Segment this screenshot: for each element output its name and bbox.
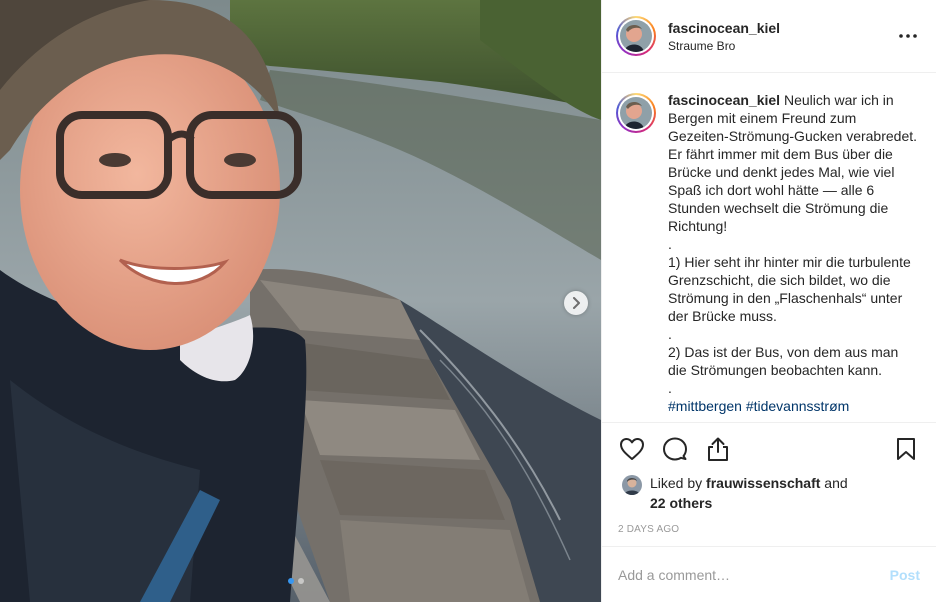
comment-bar: Post <box>602 546 936 602</box>
selfie-photo <box>0 0 601 602</box>
caption-text: Neulich war ich in Bergen mit einem Freu… <box>668 92 918 396</box>
share-button[interactable] <box>704 435 732 463</box>
comments-section: fascinocean_kiel Neulich war ich in Berg… <box>602 73 936 422</box>
likes-summary: Liked by frauwissenschaft and 22 others <box>602 473 936 513</box>
post-caption: fascinocean_kiel Neulich war ich in Berg… <box>668 91 920 422</box>
carousel-dot-active <box>288 578 294 584</box>
post-photo[interactable] <box>0 0 601 602</box>
next-photo-button[interactable] <box>564 291 588 315</box>
caption-avatar[interactable] <box>616 93 656 133</box>
more-options-button[interactable] <box>896 24 920 48</box>
post-username[interactable]: fascinocean_kiel <box>668 19 896 37</box>
save-button[interactable] <box>892 435 920 463</box>
carousel-dot <box>298 578 304 584</box>
avatar-image <box>620 20 652 52</box>
chevron-right-icon <box>573 297 580 309</box>
profile-avatar[interactable] <box>616 16 656 56</box>
post-comment-button[interactable]: Post <box>890 567 920 583</box>
instagram-post: fascinocean_kiel Straume Bro fascinocean… <box>0 0 936 602</box>
bookmark-icon <box>897 437 915 460</box>
like-button[interactable] <box>618 435 646 463</box>
share-icon <box>708 437 728 461</box>
likes-text: Liked by frauwissenschaft and 22 others <box>650 473 848 513</box>
avatar-image <box>620 97 652 129</box>
comment-input[interactable] <box>618 566 890 583</box>
hashtag-link[interactable]: #tidevannsstrøm <box>746 398 849 414</box>
likes-prefix: Liked by <box>650 475 707 491</box>
likes-middle: and <box>820 475 848 491</box>
action-bar <box>602 422 936 474</box>
hashtag-link[interactable]: #mittbergen <box>668 398 742 414</box>
liked-by-user[interactable]: frauwissenschaft <box>706 475 820 491</box>
post-sidebar: fascinocean_kiel Straume Bro fascinocean… <box>601 0 936 602</box>
post-header: fascinocean_kiel Straume Bro <box>602 0 936 73</box>
carousel-indicator <box>288 578 304 584</box>
comment-icon <box>663 437 687 460</box>
caption-username[interactable]: fascinocean_kiel <box>668 92 780 108</box>
likes-others-link[interactable]: 22 others <box>650 495 712 511</box>
liker-avatar[interactable] <box>622 475 642 495</box>
post-location[interactable]: Straume Bro <box>668 38 896 54</box>
more-horizontal-icon <box>899 34 917 38</box>
heart-icon <box>620 437 644 460</box>
comment-button[interactable] <box>661 435 689 463</box>
post-timestamp[interactable]: 2 DAYS AGO <box>602 524 936 546</box>
